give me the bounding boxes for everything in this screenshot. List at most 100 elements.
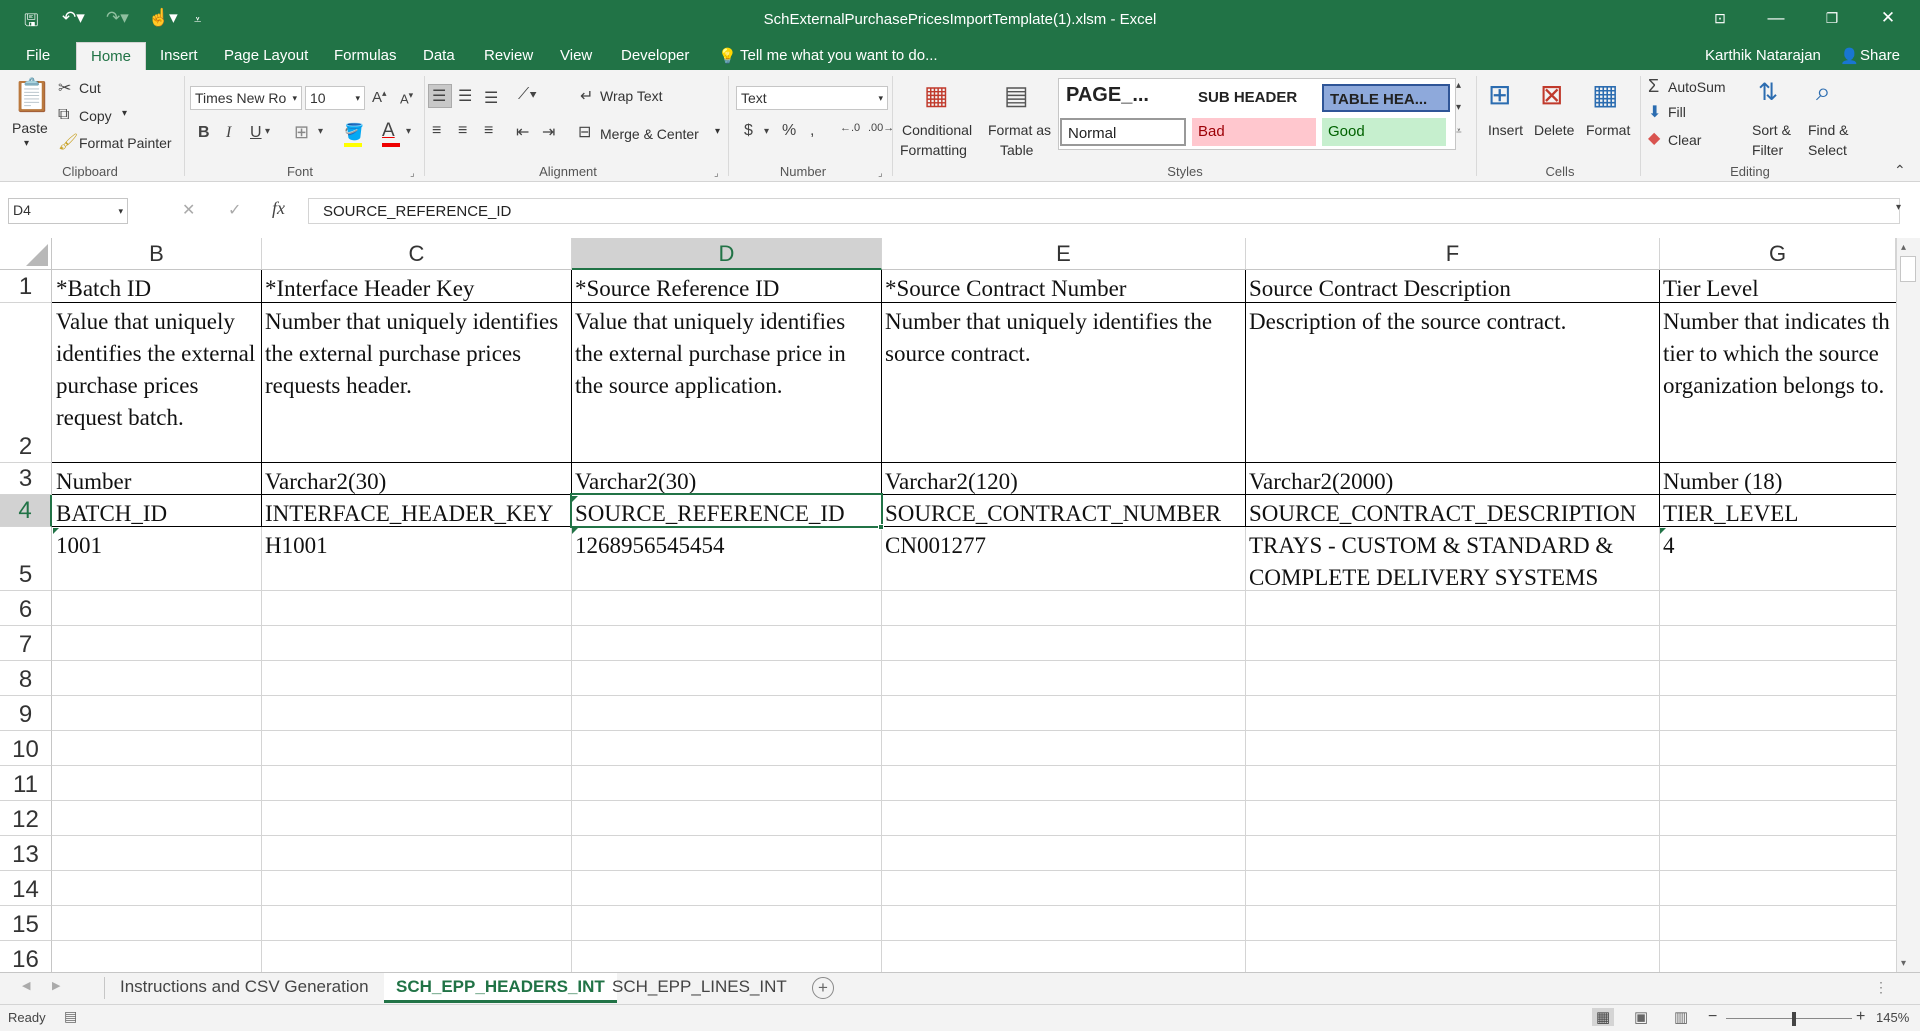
style-page[interactable]: PAGE_...: [1060, 82, 1188, 110]
cell-b5[interactable]: 1001: [53, 528, 260, 590]
align-middle-icon[interactable]: ☰: [458, 86, 472, 106]
cut-icon[interactable]: ✂: [58, 78, 71, 98]
macro-record-icon[interactable]: ▤: [64, 1008, 77, 1025]
zoom-in-icon[interactable]: +: [1856, 1008, 1865, 1026]
cell-g5[interactable]: 4: [1660, 528, 1896, 590]
cell-d5[interactable]: 1268956545454: [572, 528, 881, 590]
cell-f2[interactable]: Description of the source contract.: [1246, 304, 1659, 462]
styles-scroll-up-icon[interactable]: ▴: [1456, 80, 1461, 91]
delete-cells-icon[interactable]: ⊠: [1540, 78, 1563, 111]
page-layout-view-icon[interactable]: ▣: [1634, 1008, 1648, 1026]
shrink-font-icon[interactable]: A▾: [400, 90, 413, 106]
align-right-icon[interactable]: ≡: [484, 122, 493, 140]
vertical-scrollbar[interactable]: ▴ ▾: [1896, 238, 1920, 976]
error-indicator-b5[interactable]: [53, 528, 59, 534]
cell-d3[interactable]: Varchar2(30): [572, 464, 881, 494]
find-select-button[interactable]: Find &: [1808, 122, 1848, 138]
error-indicator-g5[interactable]: [1660, 528, 1666, 534]
user-name[interactable]: Karthik Natarajan: [1703, 47, 1823, 64]
cell-c2[interactable]: Number that uniquely identifies the exte…: [262, 304, 571, 462]
column-header-d[interactable]: D: [572, 238, 882, 270]
merge-center-icon[interactable]: ⊟: [578, 122, 591, 142]
scroll-up-icon[interactable]: ▴: [1901, 242, 1906, 253]
underline-icon[interactable]: U: [250, 124, 262, 142]
conditional-formatting-icon[interactable]: ▦: [924, 80, 949, 111]
format-as-table-label2[interactable]: Table: [1000, 142, 1033, 158]
page-break-view-icon[interactable]: ▥: [1674, 1008, 1688, 1026]
clear-button[interactable]: Clear: [1668, 132, 1701, 148]
style-table-header[interactable]: TABLE HEA...: [1322, 84, 1450, 112]
conditional-formatting-label2[interactable]: Formatting: [900, 142, 967, 158]
zoom-slider-thumb[interactable]: [1792, 1012, 1796, 1026]
zoom-out-icon[interactable]: −: [1708, 1008, 1717, 1026]
increase-indent-icon[interactable]: ⇥: [542, 122, 555, 142]
tab-split-handle-icon[interactable]: ⋮: [1874, 979, 1888, 996]
tab-formulas[interactable]: Formulas: [332, 47, 399, 64]
align-bottom-icon[interactable]: ☰: [484, 88, 498, 108]
font-color-dropdown-icon[interactable]: ▾: [406, 126, 411, 137]
wrap-text-icon[interactable]: ↵: [580, 86, 593, 106]
tab-page-layout[interactable]: Page Layout: [222, 47, 310, 64]
fill-button[interactable]: Fill: [1668, 104, 1686, 120]
row-header-9[interactable]: 9: [0, 696, 52, 731]
sheet-tab-lines[interactable]: SCH_EPP_LINES_INT: [600, 973, 799, 1003]
cell-c4[interactable]: INTERFACE_HEADER_KEY: [262, 496, 571, 526]
ribbon-display-options-icon[interactable]: ⊡: [1700, 10, 1740, 27]
format-as-table-button[interactable]: Format as: [988, 122, 1051, 138]
scroll-down-icon[interactable]: ▾: [1901, 958, 1906, 969]
autosum-icon[interactable]: Σ: [1648, 76, 1659, 97]
row-header-4[interactable]: 4: [0, 495, 52, 527]
normal-view-icon[interactable]: ▦: [1592, 1008, 1615, 1026]
format-cells-icon[interactable]: ▦: [1592, 78, 1618, 111]
cell-f3[interactable]: Varchar2(2000): [1246, 464, 1659, 494]
vertical-scroll-thumb[interactable]: [1900, 256, 1916, 282]
cell-b1[interactable]: *Batch ID: [53, 271, 260, 302]
expand-formula-bar-icon[interactable]: ▾: [1896, 202, 1901, 213]
decrease-indent-icon[interactable]: ⇤: [516, 122, 529, 142]
cell-g1[interactable]: Tier Level: [1660, 271, 1896, 302]
style-good[interactable]: Good: [1322, 118, 1446, 146]
tab-insert[interactable]: Insert: [158, 47, 200, 64]
tab-home[interactable]: Home: [76, 42, 147, 70]
borders-dropdown-icon[interactable]: ▾: [318, 126, 323, 137]
column-header-f[interactable]: F: [1246, 238, 1660, 270]
cell-e3[interactable]: Varchar2(120): [882, 464, 1245, 494]
next-sheet-icon[interactable]: ▶: [52, 979, 60, 992]
restore-button[interactable]: ❐: [1812, 10, 1852, 27]
styles-more-icon[interactable]: ⩡: [1456, 126, 1462, 137]
cell-e1[interactable]: *Source Contract Number: [882, 271, 1245, 302]
collapse-ribbon-icon[interactable]: ⌃: [1894, 162, 1906, 179]
row-header-2[interactable]: 2: [0, 303, 52, 463]
sort-filter-button[interactable]: Sort &: [1752, 122, 1791, 138]
bold-icon[interactable]: B: [198, 124, 210, 142]
copy-icon[interactable]: ⧉: [58, 106, 69, 124]
column-header-c[interactable]: C: [262, 238, 572, 270]
cell-e2[interactable]: Number that uniquely identifies the sour…: [882, 304, 1245, 462]
paste-button[interactable]: Paste: [12, 120, 48, 136]
row-header-16[interactable]: 16: [0, 941, 52, 976]
row-header-8[interactable]: 8: [0, 661, 52, 696]
decrease-decimal-icon[interactable]: .00→: [868, 122, 894, 134]
formula-input[interactable]: SOURCE_REFERENCE_ID: [308, 198, 1900, 224]
sheet-tab-headers[interactable]: SCH_EPP_HEADERS_INT: [384, 973, 617, 1003]
zoom-level[interactable]: 145%: [1876, 1010, 1909, 1025]
share-button[interactable]: Share: [1858, 47, 1902, 64]
row-header-3[interactable]: 3: [0, 463, 52, 495]
cell-b4[interactable]: BATCH_ID: [53, 496, 260, 526]
cell-e4[interactable]: SOURCE_CONTRACT_NUMBER: [882, 496, 1245, 526]
autosum-button[interactable]: AutoSum: [1668, 79, 1726, 95]
paste-icon[interactable]: 📋: [12, 76, 52, 114]
zoom-slider-track[interactable]: [1726, 1018, 1852, 1019]
row-header-1[interactable]: 1: [0, 270, 52, 303]
cell-g2[interactable]: Number that indicates th tier to which t…: [1660, 304, 1896, 462]
minimize-button[interactable]: —: [1756, 8, 1796, 28]
row-header-14[interactable]: 14: [0, 871, 52, 906]
orientation-icon[interactable]: ⟋▾: [518, 86, 537, 104]
alignment-dialog-launcher-icon[interactable]: ⌟: [714, 168, 719, 179]
cell-c3[interactable]: Varchar2(30): [262, 464, 571, 494]
wrap-text-button[interactable]: Wrap Text: [600, 88, 663, 104]
insert-function-icon[interactable]: fx: [272, 198, 285, 219]
conditional-formatting-button[interactable]: Conditional: [902, 122, 972, 138]
grow-font-icon[interactable]: A▴: [372, 88, 387, 106]
comma-style-icon[interactable]: ,: [810, 122, 814, 140]
